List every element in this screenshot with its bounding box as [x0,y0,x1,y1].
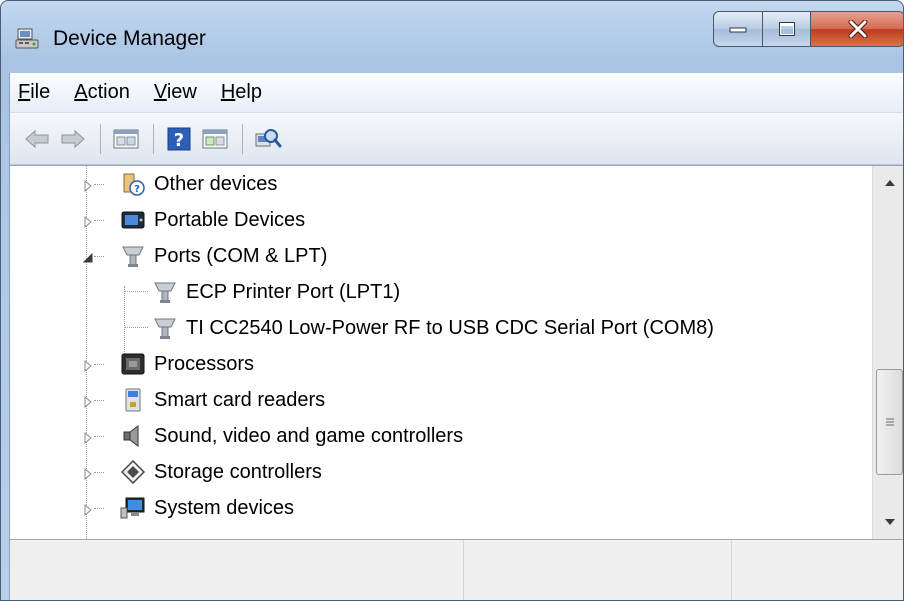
tree-line [94,400,104,401]
back-arrow-icon [25,129,49,148]
caption-buttons [713,11,903,47]
close-button[interactable] [811,11,903,47]
toolbar-separator [153,123,154,154]
tree-item-ti-cc2540-serial-port[interactable]: TI CC2540 Low-Power RF to USB CDC Serial… [152,310,714,346]
tree-line [94,364,104,365]
collapsed-arrow-icon[interactable] [82,504,94,516]
collapsed-arrow-icon[interactable] [82,468,94,480]
minimize-icon [729,27,747,33]
toolbar-separator [242,123,243,154]
portable-device-icon [120,208,146,232]
device-tree-viewport: ? Other devices Portable Devices Ports (… [10,166,872,539]
menu-view[interactable]: View [154,81,197,104]
tree-item-sound-video-game[interactable]: Sound, video and game controllers [120,418,463,454]
smart-card-reader-icon [120,388,146,412]
port-connector-icon [152,316,178,340]
storage-controller-icon [120,460,146,484]
arrow-down-icon [884,519,895,525]
collapsed-arrow-icon[interactable] [82,432,94,444]
maximize-icon [778,22,795,36]
show-hide-console-tree-icon [113,129,139,148]
port-connector-icon [152,280,178,304]
expanded-arrow-icon[interactable] [82,252,94,264]
tree-item-label: System devices [154,496,295,519]
tree-line [94,508,104,509]
title-bar[interactable]: Device Manager [1,1,903,73]
tree-item-label: Portable Devices [154,208,306,231]
tree-item-processors[interactable]: Processors [120,346,254,382]
toolbar: ? [10,113,903,165]
processor-icon [120,352,146,376]
tree-line [94,220,104,221]
tree-item-storage-controllers[interactable]: Storage controllers [120,454,322,490]
tree-item-label: Storage controllers [154,460,322,483]
vertical-scrollbar[interactable] [872,166,903,539]
menu-bar: File Action View Help [10,73,903,113]
tree-item-ecp-printer-port[interactable]: ECP Printer Port (LPT1) [152,274,400,310]
menu-action[interactable]: Action [74,81,130,104]
tree-line [94,184,104,185]
maximize-button[interactable] [763,11,811,47]
tree-item-label: Processors [154,352,255,375]
tree-line [94,436,104,437]
toolbar-separator [100,123,101,154]
tree-item-portable-devices[interactable]: Portable Devices [120,202,305,238]
help-icon: ? [167,127,191,151]
forward-button[interactable] [56,122,90,156]
minimize-button[interactable] [713,11,763,47]
tree-item-label: TI CC2540 Low-Power RF to USB CDC Serial… [186,316,714,339]
menu-file[interactable]: File [18,81,50,104]
status-pane [732,540,903,600]
client-area: File Action View Help ? ? Other devices … [9,73,903,600]
tree-item-ports[interactable]: Ports (COM & LPT) [120,238,327,274]
collapsed-arrow-icon[interactable] [82,216,94,228]
back-button[interactable] [20,122,54,156]
help-button[interactable]: ? [162,122,196,156]
tree-line [94,472,104,473]
forward-arrow-icon [61,129,85,148]
scroll-down-button[interactable] [873,505,903,539]
collapsed-arrow-icon[interactable] [82,360,94,372]
status-pane [10,540,464,600]
show-action-pane-button[interactable] [198,122,232,156]
tree-line [124,291,148,292]
svg-text:?: ? [134,184,140,195]
tree-item-system-devices[interactable]: System devices [120,490,294,526]
collapsed-arrow-icon[interactable] [82,180,94,192]
show-action-pane-icon [202,129,228,148]
close-icon [848,20,867,38]
tree-item-smart-card-readers[interactable]: Smart card readers [120,382,325,418]
device-manager-window: Device Manager File Action View Help ? ?… [0,0,904,601]
window-title: Device Manager [53,27,206,50]
svg-text:?: ? [174,130,184,151]
tree-item-label: ECP Printer Port (LPT1) [186,280,401,303]
scroll-up-button[interactable] [873,166,903,200]
scroll-thumb[interactable] [876,369,903,476]
speaker-icon [120,424,146,448]
tree-item-label: Sound, video and game controllers [154,424,464,447]
port-connector-icon [120,244,146,268]
status-bar [10,540,903,600]
grip-icon [885,418,894,426]
collapsed-arrow-icon[interactable] [82,396,94,408]
scan-hardware-changes-icon [255,128,282,147]
arrow-up-icon [884,180,895,186]
status-pane [464,540,732,600]
tree-line [124,327,148,328]
show-hide-console-tree-button[interactable] [109,122,143,156]
device-tree[interactable]: ? Other devices Portable Devices Ports (… [10,165,903,540]
tree-item-label: Other devices [154,172,278,195]
device-manager-icon [15,27,41,51]
unknown-device-icon: ? [120,172,146,196]
scan-hardware-changes-button[interactable] [251,122,285,156]
tree-item-label: Smart card readers [154,388,326,411]
tree-line [94,256,104,257]
menu-help[interactable]: Help [221,81,262,104]
tree-item-other-devices[interactable]: ? Other devices [120,166,277,202]
system-devices-icon [120,496,146,520]
tree-item-label: Ports (COM & LPT) [154,244,328,267]
